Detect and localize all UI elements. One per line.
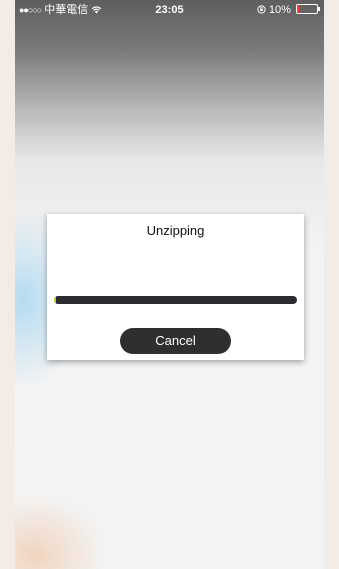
unzip-dialog: Unzipping Cancel	[47, 214, 304, 360]
battery-group: 10%	[257, 0, 320, 20]
dialog-title: Unzipping	[146, 223, 205, 238]
unzip-progress-bar	[54, 296, 297, 304]
status-bar: ●●○○○ 中華電信 23:05 10%	[15, 0, 324, 20]
battery-percent: 10%	[268, 4, 291, 16]
progress-fill	[54, 296, 57, 304]
app-screen: ●●○○○ 中華電信 23:05 10% Unzipping Cancel	[15, 0, 324, 569]
battery-icon	[296, 4, 320, 14]
rotation-lock-icon	[257, 4, 269, 16]
cancel-button[interactable]: Cancel	[120, 328, 231, 354]
battery-level-fill	[297, 5, 299, 13]
